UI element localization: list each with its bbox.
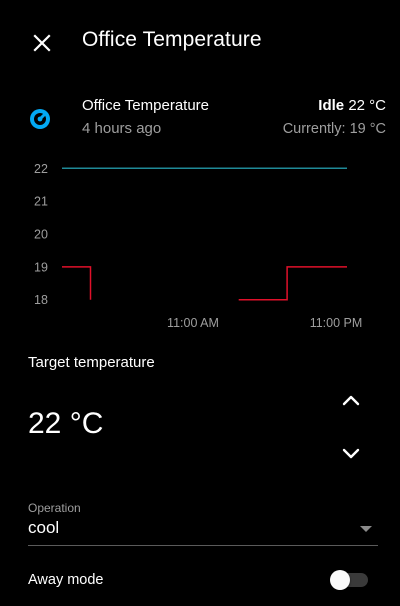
entity-state-target: 22 °C — [348, 97, 386, 114]
away-mode-label: Away mode — [28, 572, 104, 588]
current-temperature-line-start — [62, 266, 92, 300]
entity-name: Office Temperature — [82, 97, 210, 114]
operation-label: Operation — [28, 501, 81, 515]
operation-select[interactable]: Operation cool — [28, 497, 378, 546]
target-temperature-value: 22 °C — [28, 407, 104, 440]
chevron-down-icon — [342, 448, 360, 459]
entity-current-temperature: Currently: 19 °C — [282, 121, 386, 137]
y-axis-ticks: 22 21 20 19 18 — [34, 162, 48, 307]
current-temperature-line-end — [238, 266, 347, 301]
entity-state: Idle 22 °C — [318, 97, 386, 114]
x-tick-label: 11:00 PM — [310, 316, 363, 330]
dialog-header: Office Temperature — [0, 0, 400, 84]
decrease-temperature-button[interactable] — [334, 436, 368, 470]
x-tick-label: 11:00 AM — [167, 316, 219, 330]
close-icon — [33, 34, 51, 52]
dialog-title: Office Temperature — [82, 28, 262, 51]
target-temperature-label: Target temperature — [28, 354, 155, 371]
toggle-knob — [330, 570, 350, 590]
y-tick-label: 22 — [34, 162, 48, 176]
y-tick-label: 21 — [34, 195, 48, 209]
entity-row: Office Temperature 4 hours ago Idle 22 °… — [0, 92, 400, 146]
thermostat-icon — [30, 109, 50, 129]
increase-temperature-button[interactable] — [334, 384, 368, 418]
temperature-history-chart: 22 21 20 19 18 11:00 AM 11:00 PM — [34, 162, 362, 330]
away-mode-toggle[interactable] — [330, 570, 368, 590]
close-button[interactable] — [26, 27, 58, 59]
x-axis-ticks: 11:00 AM 11:00 PM — [167, 316, 362, 330]
chevron-up-icon — [342, 395, 360, 406]
chart-series — [62, 167, 347, 301]
entity-state-mode: Idle — [318, 97, 345, 114]
entity-last-changed: 4 hours ago — [82, 120, 162, 137]
operation-value: cool — [28, 518, 60, 537]
y-tick-label: 18 — [34, 293, 48, 307]
dropdown-arrow-icon — [360, 526, 372, 532]
y-tick-label: 19 — [34, 260, 48, 274]
y-tick-label: 20 — [34, 228, 48, 242]
